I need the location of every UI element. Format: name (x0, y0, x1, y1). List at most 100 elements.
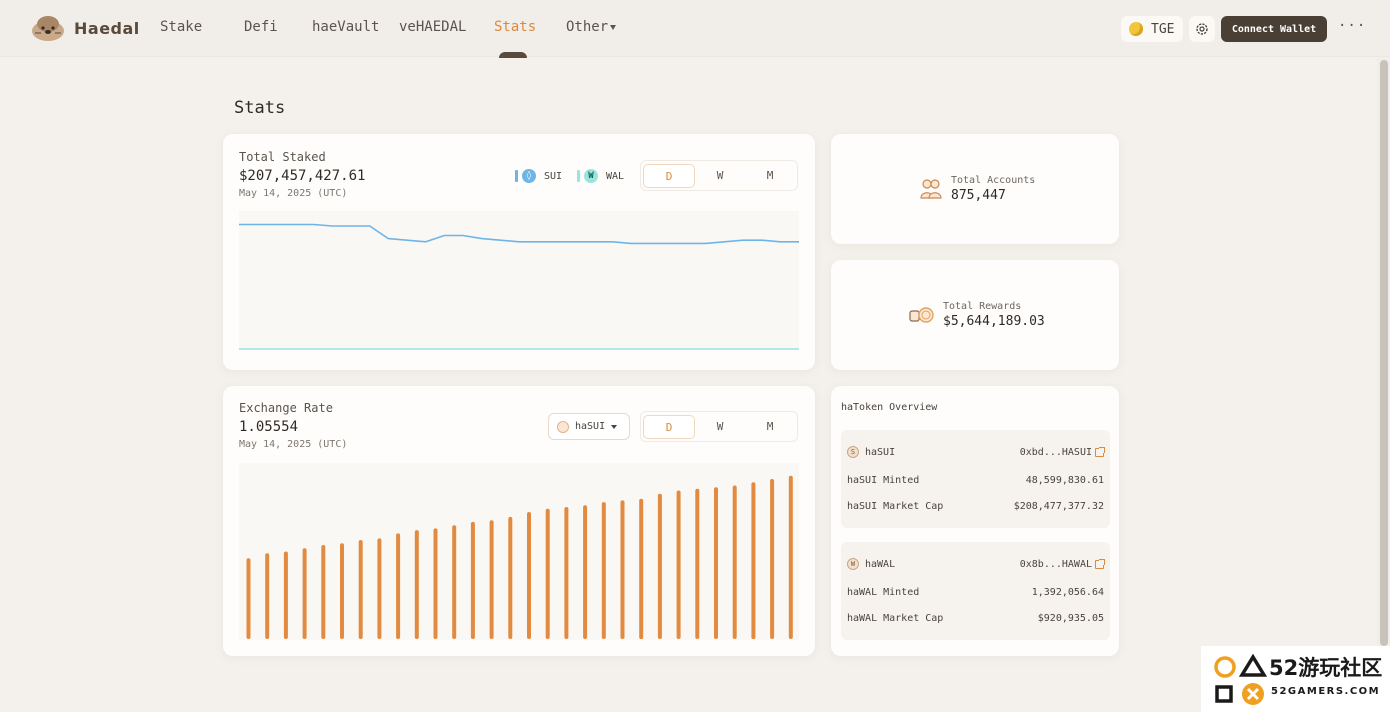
staked-line-chart (239, 223, 799, 350)
rate-bar (714, 487, 718, 639)
legend-wal[interactable]: W WAL (577, 169, 624, 183)
brand-logo[interactable]: Haedal (30, 14, 140, 42)
rate-bar (377, 538, 382, 639)
total-staked-label: Total Staked (239, 150, 326, 164)
hawal-overview-box: W haWAL 0x8b...HAWAL haWAL Minted 1,392,… (841, 542, 1110, 640)
nav-other-label: Other (566, 19, 609, 35)
hawal-address-link[interactable]: 0x8b...HAWAL (1019, 558, 1105, 570)
active-nav-indicator (499, 52, 527, 58)
nav-defi[interactable]: Defi (244, 19, 278, 35)
hasui-name: haSUI (865, 446, 896, 458)
external-link-icon (1095, 446, 1105, 457)
users-icon (920, 179, 942, 199)
nav-other[interactable]: Other (566, 19, 617, 35)
exchange-rate-date: May 14, 2025 (UTC) (239, 439, 348, 450)
rate-bar (695, 488, 700, 639)
site-watermark: 52游玩社区 52GAMERS.COM (1201, 646, 1390, 712)
rate-bar (601, 502, 606, 639)
rate-bar (788, 475, 793, 639)
sui-icon: ◊ (522, 169, 536, 183)
rate-bar (358, 540, 363, 639)
staked-period-w[interactable]: W (695, 164, 745, 188)
tge-button[interactable]: TGE (1121, 16, 1183, 42)
total-staked-value: $207,457,427.61 (239, 168, 366, 184)
external-link-icon (1095, 558, 1105, 569)
nav-stake[interactable]: Stake (160, 19, 202, 35)
accounts-label: Total Accounts (951, 175, 1036, 186)
hasui-token-icon (557, 420, 569, 433)
accounts-value: 875,447 (951, 188, 1006, 203)
hawal-address: 0x8b...HAWAL (1019, 558, 1092, 570)
hawal-icon: W (847, 558, 859, 570)
page-title: Stats (234, 98, 286, 118)
hawal-cap-row: haWAL Market Cap $920,935.05 (847, 613, 1104, 624)
rewards-value: $5,644,189.03 (943, 314, 1045, 329)
exchange-rate-value: 1.05554 (239, 419, 299, 435)
rate-bar-chart (246, 475, 793, 640)
rate-bar (470, 521, 475, 639)
hasui-address-link[interactable]: 0xbd...HASUI (1020, 446, 1105, 458)
hasui-cap-label: haSUI Market Cap (847, 501, 944, 512)
hasui-header-row: S haSUI 0xbd...HASUI (847, 446, 1105, 458)
rewards-label: Total Rewards (943, 301, 1022, 312)
chevron-down-icon (611, 424, 618, 429)
token-select[interactable]: haSUI (548, 413, 630, 440)
rate-bar (732, 485, 737, 639)
brand-name: Haedal (74, 18, 140, 38)
rate-bar (564, 507, 569, 639)
rate-bar (770, 479, 775, 639)
rate-bar (639, 498, 644, 640)
hasui-cap-row: haSUI Market Cap $208,477,377.32 (847, 501, 1104, 512)
game-controller-symbols-icon (1214, 654, 1268, 705)
connect-wallet-button[interactable]: Connect Wallet (1221, 16, 1327, 42)
staked-period-m[interactable]: M (745, 164, 795, 188)
exchange-rate-card: Exchange Rate 1.05554 May 14, 2025 (UTC)… (223, 386, 815, 656)
rate-bar (620, 500, 625, 639)
hasui-minted-row: haSUI Minted 48,599,830.61 (847, 475, 1104, 486)
hasui-minted-value: 48,599,830.61 (1025, 475, 1104, 486)
series-line-sui (239, 223, 799, 245)
rate-bar (527, 512, 531, 639)
token-select-label: haSUI (575, 421, 606, 432)
hawal-header-row: W haWAL 0x8b...HAWAL (847, 558, 1105, 570)
rate-period-m[interactable]: M (745, 415, 795, 439)
rate-chart-area (239, 463, 799, 640)
settings-button[interactable] (1189, 16, 1215, 42)
legend-sui[interactable]: ◊ SUI (515, 169, 562, 183)
hawal-minted-label: haWAL Minted (847, 587, 920, 598)
coin-icon (1129, 22, 1143, 36)
rate-bar (452, 525, 457, 639)
rate-bar (433, 528, 438, 639)
rate-bar (751, 482, 756, 640)
wal-icon: W (584, 169, 598, 183)
rate-period-toggle: D W M (640, 411, 798, 442)
staked-period-toggle: D W M (640, 160, 798, 191)
hawal-minted-row: haWAL Minted 1,392,056.64 (847, 587, 1104, 598)
hasui-minted-label: haSUI Minted (847, 475, 920, 486)
legend-wal-label: WAL (606, 170, 625, 182)
legend-sui-label: SUI (544, 170, 563, 182)
rate-bar (396, 533, 401, 639)
hasui-cap-value: $208,477,377.32 (1013, 501, 1104, 512)
scrollbar-thumb[interactable] (1380, 60, 1388, 646)
hasui-overview-box: S haSUI 0xbd...HASUI haSUI Minted 48,599… (841, 430, 1110, 528)
top-header: Haedal Stake Defi haeVault veHAEDAL Stat… (0, 0, 1390, 58)
rate-bar (489, 520, 494, 639)
rate-period-d[interactable]: D (643, 414, 695, 439)
hawal-minted-value: 1,392,056.64 (1031, 587, 1104, 598)
caret-down-icon (610, 24, 617, 30)
overview-title: haToken Overview (841, 402, 938, 413)
rate-bar (321, 545, 326, 639)
nav-vehaedal[interactable]: veHAEDAL (399, 19, 466, 35)
rate-bar (283, 551, 288, 639)
more-menu-icon[interactable]: ··· (1338, 18, 1366, 34)
rate-period-w[interactable]: W (695, 415, 745, 439)
staked-period-d[interactable]: D (643, 163, 695, 188)
otter-icon (30, 14, 66, 42)
nav-haevault[interactable]: haeVault (312, 19, 379, 35)
rate-bar (246, 558, 251, 639)
coins-icon (909, 307, 934, 323)
total-staked-date: May 14, 2025 (UTC) (239, 188, 348, 199)
hawal-cap-value: $920,935.05 (1037, 613, 1104, 624)
nav-stats[interactable]: Stats (494, 19, 536, 35)
